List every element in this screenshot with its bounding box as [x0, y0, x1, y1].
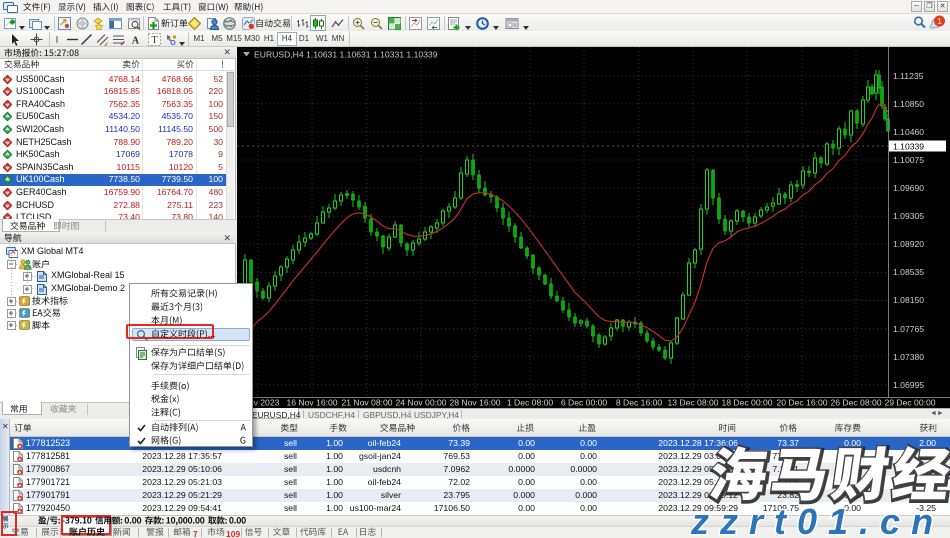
svg-text:1.08920: 1.08920 [893, 239, 924, 249]
svg-text:1.09690: 1.09690 [893, 183, 924, 193]
svg-text:6 Dec 00:00: 6 Dec 00:00 [561, 398, 608, 408]
svg-text:20 Dec 16:00: 20 Dec 16:00 [776, 398, 827, 408]
svg-text:13 Dec 08:00: 13 Dec 08:00 [667, 398, 718, 408]
svg-text:A: A [132, 35, 140, 46]
svg-text:1.07765: 1.07765 [893, 324, 924, 334]
svg-text:EURUSD,H4 1.10631 1.10631 1.1: EURUSD,H4 1.10631 1.10631 1.10331 1.1033… [254, 50, 438, 60]
svg-text:1.10075: 1.10075 [893, 155, 924, 165]
svg-text:29 Dec 00:00: 29 Dec 00:00 [884, 398, 935, 408]
svg-text:1.06995: 1.06995 [893, 380, 924, 390]
svg-text:28 Nov 16:00: 28 Nov 16:00 [449, 398, 500, 408]
svg-text:1.08535: 1.08535 [893, 267, 924, 277]
svg-text:1: 1 [937, 17, 942, 26]
svg-text:21 Nov 08:00: 21 Nov 08:00 [341, 398, 392, 408]
svg-text:1.10850: 1.10850 [893, 99, 924, 109]
svg-text:T: T [152, 35, 158, 46]
svg-text:8 Dec 16:00: 8 Dec 16:00 [616, 398, 663, 408]
svg-text:1.11235: 1.11235 [893, 71, 924, 81]
svg-text:1.10460: 1.10460 [893, 127, 924, 137]
svg-text:26 Dec 08:00: 26 Dec 08:00 [830, 398, 881, 408]
svg-text:1 Dec 08:00: 1 Dec 08:00 [507, 398, 554, 408]
svg-text:24 Nov 00:00: 24 Nov 00:00 [395, 398, 446, 408]
svg-text:1.09305: 1.09305 [893, 211, 924, 221]
svg-text:1.08150: 1.08150 [893, 295, 924, 305]
svg-text:1.07380: 1.07380 [893, 352, 924, 362]
svg-text:1.10339: 1.10339 [893, 142, 924, 152]
svg-text:18 Dec 00:00: 18 Dec 00:00 [721, 398, 772, 408]
svg-text:16 Nov 16:00: 16 Nov 16:00 [286, 398, 337, 408]
